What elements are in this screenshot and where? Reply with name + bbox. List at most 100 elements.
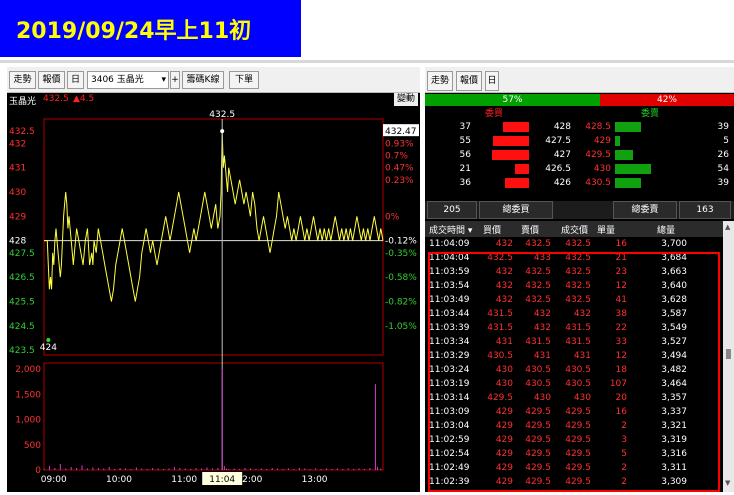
- price-tick-label: 424.5: [9, 322, 35, 332]
- chips-kline-button[interactable]: 籌碼K線: [182, 71, 224, 89]
- title-text: 2019/09/24早上11初: [16, 19, 252, 44]
- high-price-label: 432.5: [209, 110, 235, 120]
- order-book-row: 37 428 428.5 39: [425, 121, 734, 133]
- price-tick-label: 432.5: [9, 127, 35, 137]
- buy-label: 委買: [485, 109, 504, 119]
- percent-tick-label: -0.58%: [385, 273, 417, 283]
- trade-header-col: 賣價: [521, 226, 540, 236]
- bid-volume-bar: [503, 122, 529, 132]
- bid-volume: 21: [459, 164, 471, 174]
- percent-tick-label: 0.93%: [385, 139, 414, 149]
- percent-tick-label: -0.82%: [385, 297, 417, 307]
- buy-sell-ratio-bar: 57% 42%: [425, 94, 734, 106]
- cursor-time-label: 11:04: [209, 475, 235, 485]
- ask-volume-bar: [615, 164, 651, 174]
- volume-tick-label: 500: [24, 441, 41, 451]
- order-book-header: 委買 委賣: [425, 107, 734, 121]
- price-tick-label: 423.5: [9, 346, 35, 356]
- trade-bid: 432: [495, 239, 513, 249]
- bid-price: 427.5: [545, 136, 571, 146]
- bid-price: 426.5: [545, 164, 571, 174]
- low-price-label: 424: [40, 343, 57, 353]
- ask-volume-bar: [615, 150, 633, 160]
- tab-day-right[interactable]: 日: [485, 71, 499, 91]
- tab-quote-right[interactable]: 報價: [456, 71, 482, 91]
- ask-price: 430.5: [585, 178, 611, 188]
- ask-volume: 39: [717, 122, 729, 132]
- ask-volume: 26: [717, 150, 729, 160]
- stock-name: 玉晶光: [9, 97, 37, 107]
- price-tick-label: 425.5: [9, 297, 35, 307]
- stock-select[interactable]: 3406 玉晶光 ▾: [87, 71, 169, 89]
- order-book-row: 56 427 429.5 26: [425, 149, 734, 161]
- ask-volume: 39: [717, 178, 729, 188]
- ask-volume: 54: [717, 164, 729, 174]
- ask-price: 430: [593, 164, 611, 174]
- last-price-label: 432.47: [385, 127, 417, 137]
- scroll-thumb[interactable]: [726, 349, 731, 359]
- tab-trend[interactable]: 走勢: [9, 71, 36, 89]
- buy-total-label: 總委買: [479, 201, 553, 219]
- percent-tick-label: 0.7%: [385, 151, 408, 161]
- price-series-line: [44, 131, 384, 302]
- tab-quote[interactable]: 報價: [38, 71, 65, 89]
- order-book-row: 21 426.5 430 54: [425, 163, 734, 175]
- highlight-box: [428, 252, 720, 492]
- trade-scrollbar[interactable]: ▲ ▼: [723, 221, 734, 492]
- sell-ratio: 42%: [600, 94, 734, 106]
- title-banner: 2019/09/24早上11初: [0, 0, 301, 57]
- totals-row: 205 總委買 總委賣 163: [425, 201, 734, 219]
- trade-total: 3,700: [661, 239, 687, 249]
- price-tick-label: 426.5: [9, 273, 35, 283]
- percent-tick-label: -1.05%: [385, 322, 417, 332]
- percent-tick-label: -0.35%: [385, 249, 417, 259]
- add-stock-button[interactable]: +: [170, 71, 180, 89]
- ask-price: 429.5: [585, 150, 611, 160]
- price-tick-label: 428: [9, 237, 26, 247]
- trade-time: 11:04:09: [429, 239, 470, 249]
- trade-header-col[interactable]: 成交時間 ▾: [429, 223, 472, 236]
- trade-header-col: 成交價: [561, 226, 589, 236]
- stock-last-price: 432.5: [43, 94, 69, 104]
- ask-volume-bar: [615, 122, 641, 132]
- bid-volume-bar: [493, 136, 529, 146]
- ask-volume-bar: [615, 178, 641, 188]
- sell-label: 委賣: [641, 109, 660, 119]
- stock-info-row: 玉晶光 432.5 ▲4.5 變動: [7, 93, 420, 107]
- scroll-down-icon[interactable]: ▼: [725, 479, 730, 487]
- buy-total-value: 205: [427, 201, 477, 219]
- trade-header-col: 買價: [483, 226, 502, 236]
- percent-tick-label: 0.23%: [385, 176, 414, 186]
- quote-panel: 走勢 報價 日 57% 42% 委買 委賣 37 428 428.5 39 55 427.…: [425, 67, 734, 492]
- ask-price: 428.5: [585, 122, 611, 132]
- trend-panel: 走勢 報價 日 3406 玉晶光 ▾ + 籌碼K線 下單 玉晶光 432.5 ▲…: [7, 67, 420, 492]
- price-tick-label: 430: [9, 188, 26, 198]
- scroll-up-icon[interactable]: ▲: [725, 223, 730, 231]
- price-frame: [43, 118, 384, 356]
- stock-select-value: 3406 玉晶光: [91, 75, 144, 85]
- bid-volume-bar: [505, 178, 529, 188]
- trend-toolbar: 走勢 報價 日 3406 玉晶光 ▾ + 籌碼K線 下單: [7, 67, 420, 93]
- order-button[interactable]: 下單: [229, 71, 259, 89]
- bid-volume: 55: [459, 136, 471, 146]
- low-marker: [46, 337, 51, 342]
- price-tick-label: 429: [9, 212, 26, 222]
- intraday-chart: 432.5 432 431 430 429 428 427.5 426.5 425.5 424.5…: [9, 110, 419, 485]
- order-book-row: 55 427.5 429 5: [425, 135, 734, 147]
- volume-frame: [43, 362, 384, 471]
- percent-tick-label: 0%: [385, 212, 400, 222]
- tab-trend-right[interactable]: 走勢: [427, 71, 453, 91]
- top-divider: [0, 60, 734, 63]
- ask-volume-bar: [615, 136, 620, 146]
- trade-header-col: 總量: [657, 226, 676, 236]
- bid-price: 428: [553, 122, 571, 132]
- order-book-row: 36 426 430.5 39: [425, 177, 734, 189]
- chevron-down-icon[interactable]: ▾: [161, 72, 166, 88]
- percent-tick-label: -0.12%: [385, 237, 417, 247]
- tab-day[interactable]: 日: [67, 71, 84, 89]
- time-tick-label: 09:00: [41, 475, 67, 485]
- sell-total-label: 總委賣: [613, 201, 677, 219]
- change-mode-button[interactable]: 變動: [393, 93, 418, 106]
- bid-volume: 37: [459, 122, 471, 132]
- percent-tick-label: 0.47%: [385, 164, 414, 174]
